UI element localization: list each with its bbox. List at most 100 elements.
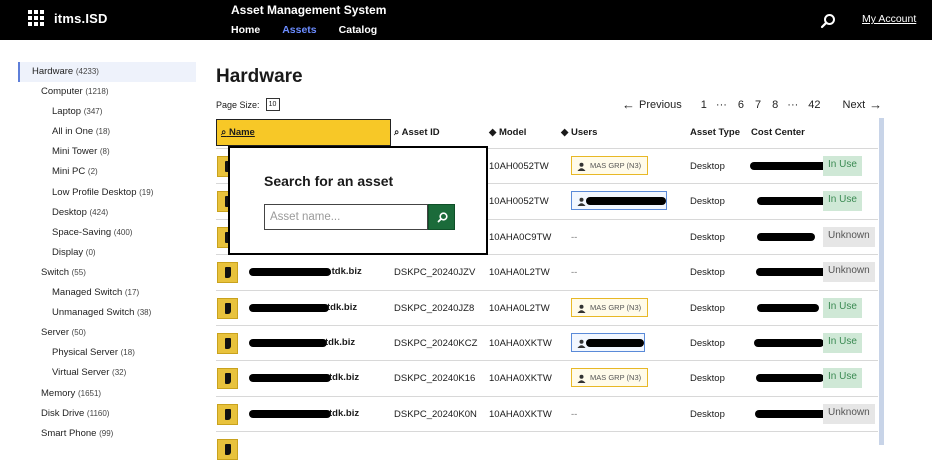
status-badge: In Use [823, 332, 862, 353]
nav-catalog[interactable]: Catalog [339, 24, 378, 36]
my-account-link[interactable]: My Account [862, 13, 916, 25]
search-icon[interactable] [820, 13, 836, 29]
sidebar-item-count: (1218) [85, 87, 109, 97]
pager-page[interactable]: 7 [755, 99, 761, 111]
sidebar-item-label: Smart Phone [41, 427, 97, 439]
sidebar-item[interactable]: Mini PC (2) [18, 162, 196, 182]
asset-model: 10AH0052TW [489, 196, 549, 208]
sort-icon: ◆ [561, 127, 569, 138]
sidebar-item[interactable]: Smart Phone (99) [18, 424, 196, 444]
search-icon: ⌕ [394, 127, 400, 138]
sort-icon: ◆ [489, 127, 497, 138]
sidebar-item-label: Mini Tower [52, 146, 98, 158]
page-size-select[interactable]: 10 [265, 98, 280, 111]
arrow-left-icon[interactable]: ← [622, 97, 635, 112]
pager-previous[interactable]: Previous [639, 99, 682, 111]
asset-name[interactable]: tdk.biz [327, 302, 357, 313]
nav-assets[interactable]: Assets [282, 24, 316, 36]
column-header-users[interactable]: ◆ Users [561, 127, 597, 138]
sidebar-item[interactable]: Mini Tower (8) [18, 142, 196, 162]
sidebar-item[interactable]: Unmanaged Switch (38) [18, 303, 196, 323]
sidebar-item[interactable]: Display (0) [18, 243, 196, 263]
sidebar-item[interactable]: Switch (55) [18, 263, 196, 283]
asset-name[interactable]: tdk.biz [325, 337, 355, 348]
sidebar-item[interactable]: Managed Switch (17) [18, 283, 196, 303]
table-row[interactable] [216, 431, 878, 466]
search-button[interactable] [428, 204, 455, 230]
redacted-cost-center [756, 374, 824, 383]
sidebar-item[interactable]: Hardware (4233) [18, 62, 196, 83]
nav-home[interactable]: Home [231, 24, 260, 36]
popup-title: Search for an asset [264, 173, 394, 189]
sidebar-item[interactable]: Desktop (424) [18, 203, 196, 223]
sidebar-item-count: (1160) [86, 408, 110, 418]
sidebar-item-label: Unmanaged Switch [52, 307, 135, 319]
sidebar-item-label: Disk Drive [41, 407, 85, 419]
desktop-icon [217, 332, 238, 354]
table-row[interactable]: tdk.biz DSKPC_20240K0N 10AHA0XKTW -- Desktop… [216, 395, 878, 431]
sidebar-item-count: (8) [99, 147, 110, 157]
pager-page[interactable]: 8 [772, 99, 778, 111]
asset-search-input[interactable] [264, 204, 428, 230]
sidebar-item[interactable]: Virtual Server (32) [18, 363, 196, 383]
user-tag[interactable]: MAS GRP (N3) [571, 156, 649, 175]
person-icon [577, 339, 586, 348]
sidebar-item[interactable]: Physical Server (18) [18, 343, 196, 363]
redacted-cost-center [757, 232, 815, 241]
sidebar-item-count: (19) [139, 187, 154, 197]
pager-page[interactable]: 1 [701, 99, 707, 111]
sidebar-item-label: Mini PC [52, 166, 86, 178]
sidebar-item-count: (18) [95, 127, 111, 137]
sidebar-item[interactable]: Laptop (347) [18, 102, 196, 122]
sidebar-item-label: Laptop [52, 106, 82, 118]
sidebar-item-label: Server [41, 327, 69, 339]
asset-model: 10AHA0XKTW [489, 373, 552, 385]
sidebar-item[interactable]: Computer (1218) [18, 82, 196, 102]
sidebar-item[interactable]: Space-Saving (400) [18, 223, 196, 243]
page-title: Hardware [216, 66, 303, 87]
status-badge: In Use [823, 191, 862, 212]
asset-name[interactable]: .tdk.biz [329, 266, 362, 277]
scrollbar[interactable] [879, 118, 884, 445]
table-row[interactable]: tdk.biz DSKPC_20240JZ8 10AHA0L2TW MAS GRP (… [216, 289, 878, 325]
pager-next[interactable]: Next [843, 99, 866, 111]
table-row[interactable]: tdk.biz DSKPC_20240KCZ 10AHA0XKTW Desktop In… [216, 324, 878, 360]
sidebar-item-label: Space-Saving [52, 226, 112, 238]
user-tag[interactable]: MAS GRP (N3) [571, 297, 649, 317]
asset-model: 10AH0052TW [489, 161, 549, 172]
status-badge: Unknown [823, 262, 875, 283]
group-icon [577, 304, 586, 313]
pager-page[interactable]: 42 [808, 99, 820, 111]
sidebar-item-label: Computer [41, 86, 83, 98]
asset-id: DSKPC_20240K16 [394, 373, 476, 385]
column-header-asset-type[interactable]: Asset Type [690, 127, 740, 138]
user-tag[interactable]: MAS GRP (N3) [571, 368, 649, 388]
asset-name[interactable]: tdk.biz [329, 372, 359, 383]
sidebar-item[interactable]: Disk Drive (1160) [18, 404, 196, 424]
sidebar-item[interactable]: Server (50) [18, 323, 196, 343]
redacted-cost-center [754, 338, 824, 347]
status-badge: Unknown [823, 226, 875, 247]
redacted-user [586, 197, 666, 206]
asset-name[interactable]: tdk.biz [329, 408, 359, 419]
table-row[interactable]: tdk.biz DSKPC_20240K16 10AHA0XKTW MAS GRP (… [216, 360, 878, 395]
asset-model: 10AHA0L2TW [489, 302, 550, 314]
app-logo[interactable]: itms.ISD [28, 10, 108, 26]
table-row[interactable]: .tdk.biz DSKPC_20240JZV 10AHA0L2TW -- Deskto… [216, 254, 878, 289]
column-header-model[interactable]: ◆ Model [489, 127, 526, 138]
sidebar-item[interactable]: All in One (18) [18, 122, 196, 142]
arrow-right-icon[interactable]: → [869, 97, 882, 112]
sidebar-item-label: Desktop [52, 206, 87, 218]
sidebar-item-count: (17) [124, 288, 140, 298]
sidebar-item[interactable]: Memory (1651) [18, 384, 196, 404]
column-header-name[interactable]: ⌕ Name [216, 119, 391, 146]
sidebar-item[interactable]: Low Profile Desktop (19) [18, 183, 196, 203]
asset-type: Desktop [690, 302, 725, 314]
pager-page[interactable]: 6 [738, 99, 744, 111]
column-header-cost-center[interactable]: Cost Center [751, 127, 805, 138]
pager-ellipsis: ··· [787, 98, 799, 111]
asset-id: DSKPC_20240JZ8 [394, 302, 475, 314]
column-header-asset-id[interactable]: ⌕ Asset ID [394, 127, 440, 138]
sidebar-item-count: (400) [113, 227, 133, 237]
redacted-name [249, 409, 331, 418]
